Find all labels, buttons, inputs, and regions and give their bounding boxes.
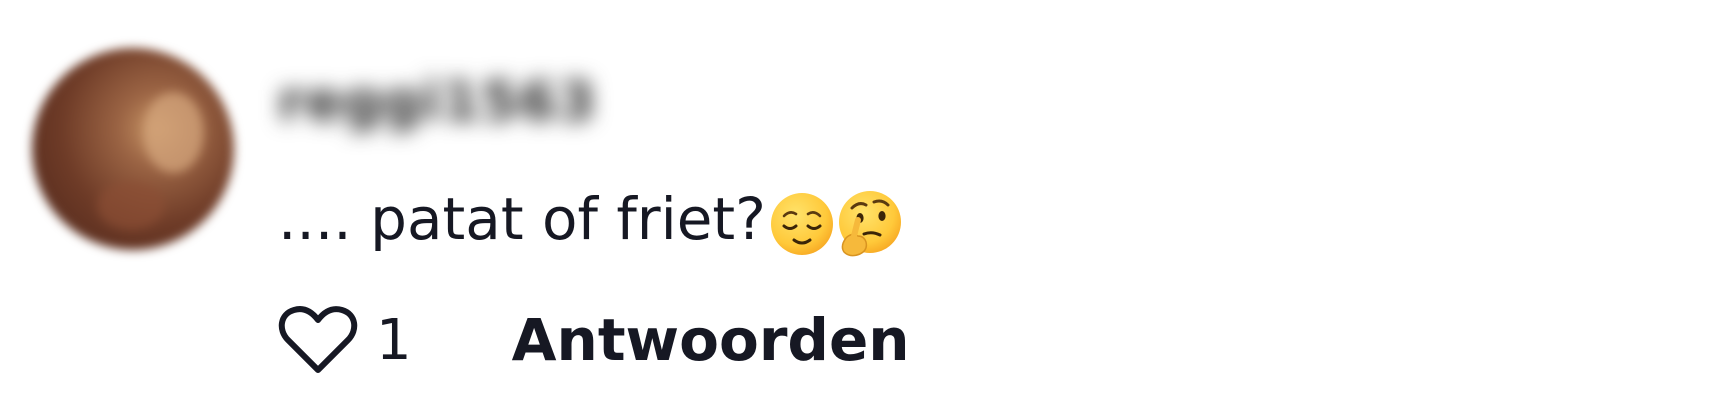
thinking-face-emoji: [838, 190, 901, 257]
comment-text: .... patat of friet?: [278, 184, 904, 258]
avatar[interactable]: [32, 48, 234, 250]
like-count: 1: [376, 307, 412, 373]
heart-icon: [278, 306, 358, 373]
username[interactable]: reggi1563: [278, 70, 596, 133]
like-button[interactable]: 1: [278, 304, 412, 376]
relieved-face-emoji: [770, 192, 833, 255]
reply-button[interactable]: Antwoorden: [512, 306, 910, 374]
comment-item: reggi1563 .... patat of friet? 1 Antwoor…: [0, 0, 1732, 410]
comment-emojis: [768, 188, 904, 258]
comment-body: .... patat of friet?: [278, 185, 766, 253]
comment-actions: 1 Antwoorden: [278, 300, 910, 380]
